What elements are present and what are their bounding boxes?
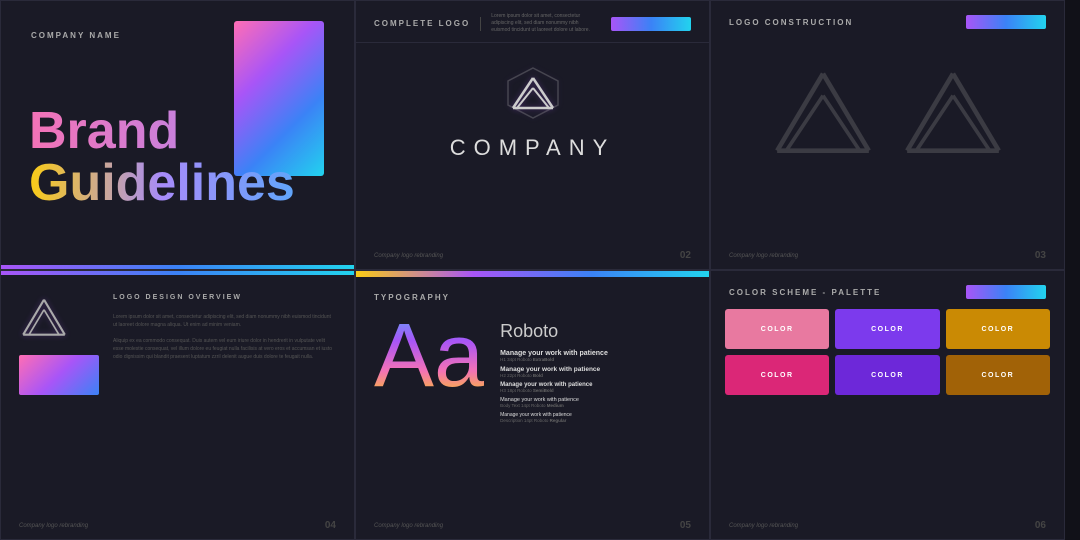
card6-header: COLOR SCHEME - PALETTE [711, 271, 1064, 309]
page-number: 02 [680, 250, 691, 261]
brand-line1: Brand [29, 105, 295, 157]
type-sample-desc: Manage your work with patience Descripti… [500, 412, 608, 423]
card5-footer: Company logo rebranding 05 [374, 520, 691, 531]
swatch-2: COLOR [835, 309, 939, 349]
logo-small [19, 293, 69, 343]
swatch-6: COLOR [946, 355, 1050, 395]
type-sample-body: Manage your work with patience Body Text… [500, 397, 608, 408]
card4-left [19, 293, 99, 521]
footer-text: Company logo rebranding [19, 523, 88, 529]
card-logo-design: LOGO DESIGN OVERVIEW Lorem ipsum dolor s… [0, 270, 355, 540]
card-color-scheme: COLOR SCHEME - PALETTE COLOR COLOR COLOR… [710, 270, 1065, 540]
bottom-bar [1, 265, 354, 269]
card-brand-guidelines: COMPANY NAME Brand Guidelines [0, 0, 355, 270]
card3-title: LOGO CONSTRUCTION [729, 18, 853, 27]
type-sample-h2: Manage your work with patience H2 22pt R… [500, 366, 608, 378]
card-logo-construction: LOGO CONSTRUCTION Company logo [710, 0, 1065, 270]
footer-text: Company logo rebranding [374, 523, 443, 529]
card-typography: TYPOGRAPHY Aa Roboto Manage your work wi… [355, 270, 710, 540]
card4-body2: Aliquip ex ea commodo consequat. Duis au… [113, 337, 336, 361]
page-number: 03 [1035, 250, 1046, 261]
divider [480, 17, 481, 31]
page-number: 04 [325, 520, 336, 531]
logo-ghost-left [768, 59, 878, 169]
footer-text: Company logo rebranding [729, 253, 798, 259]
card5-body: Aa Roboto Manage your work with patience… [356, 311, 709, 427]
card5-title: TYPOGRAPHY [374, 293, 450, 302]
gradient-bar [966, 285, 1046, 299]
construction-logos [711, 39, 1064, 189]
company-logo-icon [503, 63, 563, 123]
company-name-logo: COMPANY [450, 135, 616, 161]
type-sample-h1: Manage your work with patience H1 34pt R… [500, 350, 608, 362]
card3-footer: Company logo rebranding 03 [729, 250, 1046, 261]
aa-display: Aa [374, 311, 484, 401]
company-name-label: COMPANY NAME [31, 31, 121, 40]
card4-right: LOGO DESIGN OVERVIEW Lorem ipsum dolor s… [113, 293, 336, 521]
swatch-5: COLOR [835, 355, 939, 395]
card-complete-logo: COMPLETE LOGO Lorem ipsum dolor sit amet… [355, 0, 710, 270]
card2-header: COMPLETE LOGO Lorem ipsum dolor sit amet… [356, 1, 709, 43]
footer-text: Company logo rebranding [729, 523, 798, 529]
card2-description: Lorem ipsum dolor sit amet, consectetur … [491, 13, 591, 34]
font-info: Roboto Manage your work with patience H1… [500, 311, 608, 427]
swatch-3: COLOR [946, 309, 1050, 349]
card6-footer: Company logo rebranding 06 [729, 520, 1046, 531]
gradient-bar [611, 17, 691, 31]
brand-text: Brand Guidelines [29, 105, 295, 209]
card4-content: LOGO DESIGN OVERVIEW Lorem ipsum dolor s… [1, 275, 354, 539]
logo-area: COMPANY [356, 43, 709, 181]
swatch-1: COLOR [725, 309, 829, 349]
card6-title: COLOR SCHEME - PALETTE [729, 288, 881, 297]
gradient-small [19, 355, 99, 395]
card2-title: COMPLETE LOGO [374, 19, 470, 28]
gradient-bar [966, 15, 1046, 29]
card3-header: LOGO CONSTRUCTION [711, 1, 1064, 39]
logo-ghost-right [898, 59, 1008, 169]
footer-text: Company logo rebranding [374, 253, 443, 259]
brand-line2: Guidelines [29, 157, 295, 209]
card4-title: LOGO DESIGN OVERVIEW [113, 293, 336, 303]
card2-footer: Company logo rebranding 02 [374, 250, 691, 261]
page-number: 06 [1035, 520, 1046, 531]
card4-body1: Lorem ipsum dolor sit amet, consectetur … [113, 313, 336, 329]
color-grid: COLOR COLOR COLOR COLOR COLOR COLOR [711, 309, 1064, 409]
swatch-4: COLOR [725, 355, 829, 395]
type-sample-h3: Manage your work with patience H3 18pt R… [500, 382, 608, 393]
font-name: Roboto [500, 321, 608, 342]
page-number: 05 [680, 520, 691, 531]
main-grid: COMPANY NAME Brand Guidelines COMPLETE L… [0, 0, 1080, 540]
card4-footer: Company logo rebranding 04 [19, 520, 336, 531]
